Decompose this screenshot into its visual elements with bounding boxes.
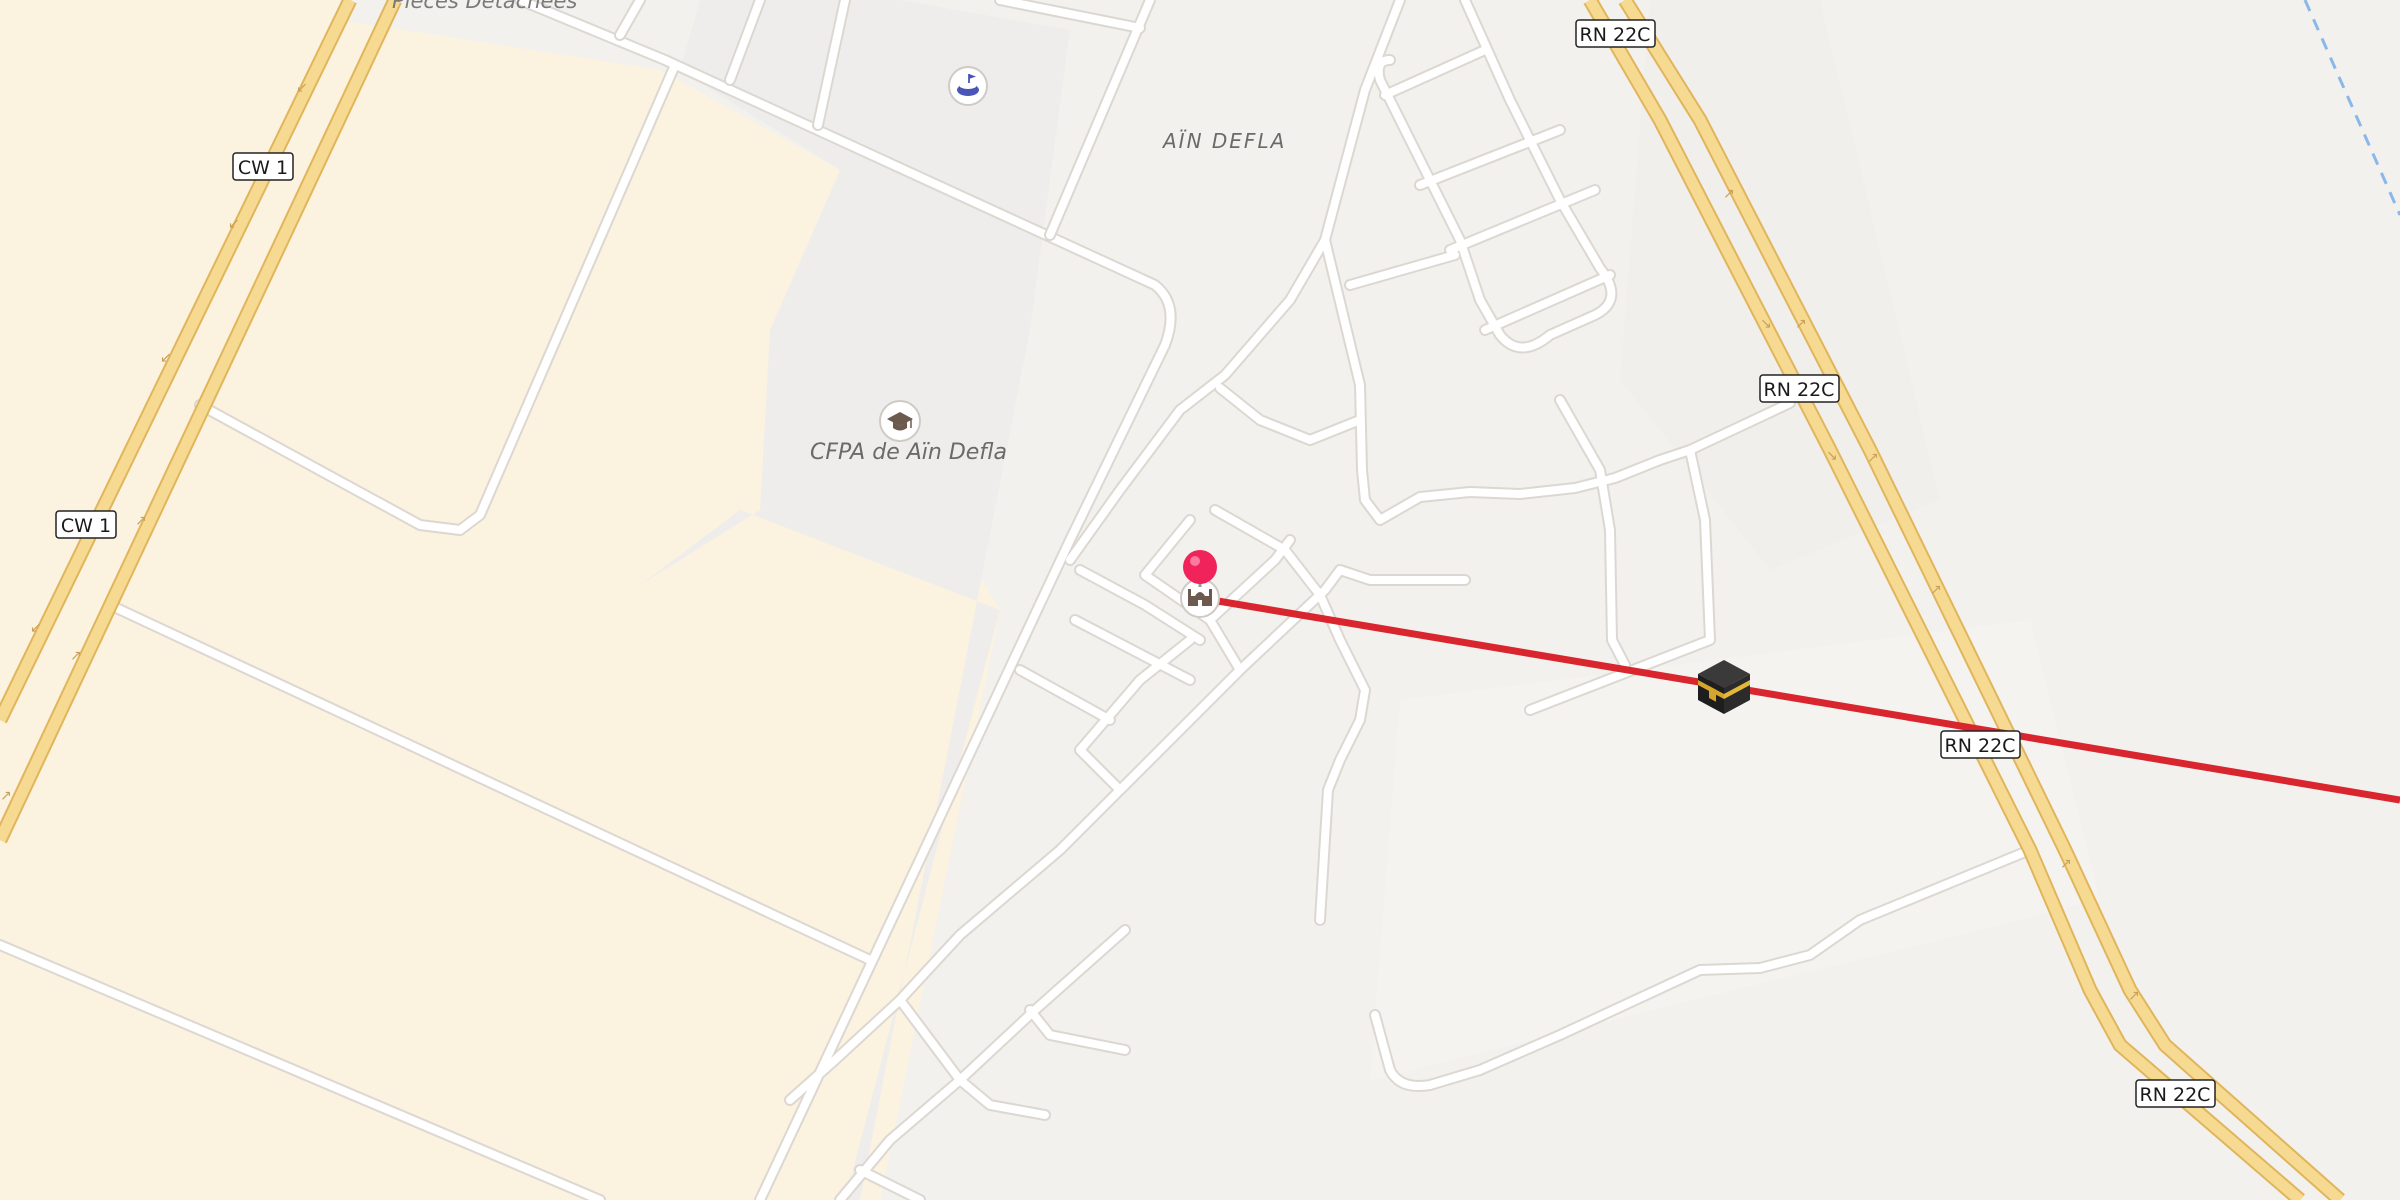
svg-text:↗: ↗ xyxy=(1867,450,1879,466)
road-shield-rn22c-route: RN 22C xyxy=(1940,730,2021,759)
svg-text:↘: ↘ xyxy=(1826,448,1838,464)
road-shield-rn22c-top: RN 22C xyxy=(1575,19,1656,48)
svg-text:CW 1: CW 1 xyxy=(61,515,111,537)
poi-label-cfpa[interactable]: CFPA de Aïn Defla xyxy=(810,440,1007,465)
svg-text:↗: ↗ xyxy=(70,648,82,664)
svg-text:↙: ↙ xyxy=(228,216,240,232)
place-label-ain-defla: AÏN DEFLA xyxy=(1161,129,1286,153)
svg-text:RN 22C: RN 22C xyxy=(1764,379,1835,401)
road-shield-cw1-left: CW 1 xyxy=(55,510,117,539)
svg-text:↗: ↗ xyxy=(1723,186,1735,202)
svg-text:↗: ↗ xyxy=(1930,582,1942,598)
svg-text:↗: ↗ xyxy=(2128,988,2140,1004)
map-canvas[interactable]: ↙ ↙ ↙ ↙ ↗ ↗ ↗ ↗ ↗ ↗ ↗ ↗ ↗ ↘ ↘ Pièces Détachées AÏN … xyxy=(0,0,2400,1200)
svg-text:CW 1: CW 1 xyxy=(238,157,288,179)
svg-text:↙: ↙ xyxy=(30,620,42,636)
graduation-cap-icon[interactable] xyxy=(879,400,921,442)
road-shield-rn22c-mid: RN 22C xyxy=(1759,374,1840,403)
svg-text:↙: ↙ xyxy=(160,350,172,366)
svg-text:↗: ↗ xyxy=(135,513,147,529)
svg-text:RN 22C: RN 22C xyxy=(1580,24,1651,46)
svg-text:↗: ↗ xyxy=(0,788,12,804)
road-shield-cw1-top: CW 1 xyxy=(232,152,294,181)
svg-text:↗: ↗ xyxy=(2060,856,2072,872)
svg-text:↗: ↗ xyxy=(1795,316,1807,332)
svg-text:RN 22C: RN 22C xyxy=(1945,735,2016,757)
stadium-icon[interactable] xyxy=(948,66,988,106)
svg-text:↙: ↙ xyxy=(296,80,308,96)
road-shield-rn22c-bottom: RN 22C xyxy=(2135,1079,2216,1108)
top-clipped-label: Pièces Détachées xyxy=(392,0,577,13)
svg-text:↘: ↘ xyxy=(1760,316,1772,332)
svg-text:RN 22C: RN 22C xyxy=(2140,1084,2211,1106)
